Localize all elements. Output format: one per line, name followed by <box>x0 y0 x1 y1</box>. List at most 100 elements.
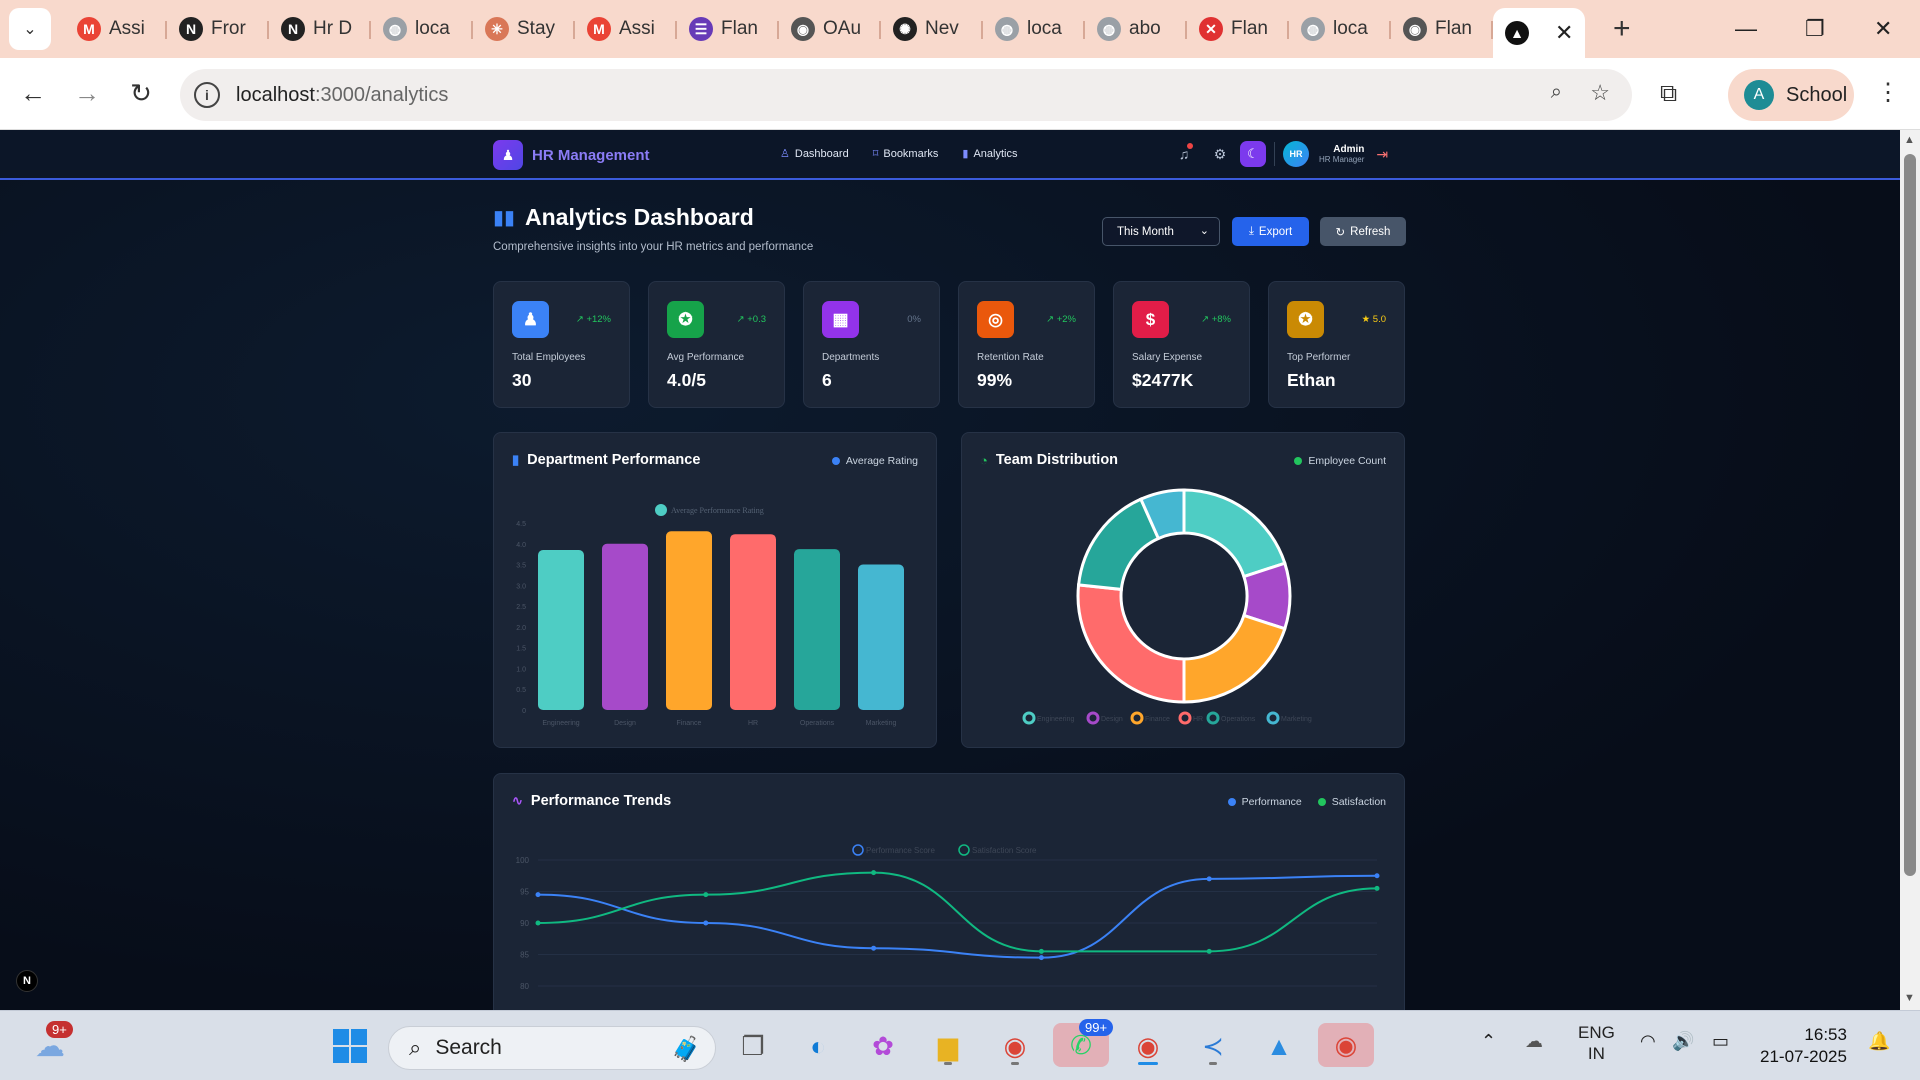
brand[interactable]: ♟ HR Management <box>493 140 650 170</box>
tab-item[interactable]: ◉ OAu <box>779 7 881 51</box>
scrollbar-thumb[interactable] <box>1904 154 1916 876</box>
tab-item[interactable]: ◍ abo <box>1085 7 1187 51</box>
zoom-icon[interactable]: ⌕ <box>1551 81 1562 104</box>
tab-item[interactable]: ◉ Flan <box>1391 7 1493 51</box>
address-bar[interactable]: i localhost:3000/analytics ⌕ ☆ <box>180 69 1632 121</box>
moon-icon[interactable]: ☾ <box>1240 141 1266 167</box>
team-donut-chart: Engineering Design Finance HR Operations Mark… <box>1022 488 1312 725</box>
nav-link-analytics[interactable]: ▮ Analytics <box>962 147 1017 160</box>
chevron-up-icon[interactable]: ⌃ <box>1481 1031 1496 1052</box>
stat-delta-value: 5.0 <box>1372 314 1386 325</box>
data-point <box>703 920 709 926</box>
x-tick-label: Engineering <box>542 720 579 727</box>
forward-button[interactable]: → <box>67 78 107 109</box>
y-tick-label: 90 <box>520 919 529 928</box>
close-icon[interactable]: ✕ <box>1555 20 1573 46</box>
tab-item[interactable]: ◍ loca <box>983 7 1085 51</box>
weather-icon[interactable]: ☁ 9+ <box>28 1021 73 1069</box>
nav-link-dashboard[interactable]: ♙ Dashboard <box>780 147 849 160</box>
y-tick-label: 2.0 <box>516 625 526 632</box>
legend-dot <box>958 844 970 856</box>
stat-label: Retention Rate <box>977 352 1044 363</box>
scroll-down-icon[interactable]: ▼ <box>1904 992 1915 1004</box>
refresh-button[interactable]: ↻ Refresh <box>1320 217 1406 246</box>
stat-delta: ↗ +12% <box>576 314 611 325</box>
nav-link-bookmarks[interactable]: ⌑ Bookmarks <box>873 147 939 160</box>
tab-item[interactable]: ◍ loca <box>371 7 473 51</box>
bookmark-star-icon[interactable]: ☆ <box>1590 80 1610 106</box>
tab-item[interactable]: M Assi <box>575 7 677 51</box>
avatar[interactable]: HR <box>1283 141 1309 167</box>
gmail-icon: M <box>77 17 101 41</box>
chrome-icon[interactable]: ◉ <box>1126 1023 1170 1069</box>
vercel-icon: ▲ <box>1505 21 1529 45</box>
tab-item[interactable]: M Assi <box>65 7 167 51</box>
notification-icon[interactable]: 🔔 <box>1868 1031 1890 1052</box>
legend-label: Performance Score <box>866 846 935 855</box>
bell-icon[interactable]: ♫ <box>1170 143 1198 162</box>
legend-dot <box>1086 711 1100 725</box>
user-name: Admin <box>1333 144 1365 155</box>
tab-item[interactable]: ✳ Stay <box>473 7 575 51</box>
tab-item[interactable]: ✺ Nev <box>881 7 983 51</box>
bar-hr <box>730 534 776 710</box>
trend-up-icon: ↗ <box>1046 314 1057 325</box>
period-select[interactable]: This Month ⌄ <box>1102 217 1220 246</box>
tab-item[interactable]: ◍ loca <box>1289 7 1391 51</box>
profile-button[interactable]: A School <box>1728 69 1854 121</box>
tab-label: Flan <box>1435 18 1472 39</box>
volume-icon[interactable]: 🔊 <box>1672 1031 1694 1052</box>
slice-finance <box>1182 613 1287 704</box>
task-view-icon[interactable]: ❐ <box>731 1023 775 1069</box>
legend-label: Finance <box>1145 716 1170 723</box>
taskbar-search[interactable]: ⌕ Search 🧳 <box>388 1026 716 1070</box>
page-scrollbar[interactable]: ▲ ▼ <box>1900 130 1920 1010</box>
logout-icon[interactable]: ⇥ <box>1376 146 1388 163</box>
tab-active[interactable]: ▲ ✕ <box>1493 8 1585 58</box>
chrome-icon[interactable]: ◉ <box>1318 1023 1374 1067</box>
scroll-up-icon[interactable]: ▲ <box>1904 134 1915 146</box>
tab-item[interactable]: N Fror <box>167 7 269 51</box>
extensions-icon[interactable]: ⧉ <box>1660 80 1677 108</box>
bar-operations <box>794 549 840 710</box>
tab-item[interactable]: ✕ Flan <box>1187 7 1289 51</box>
nextjs-dev-icon[interactable]: N <box>16 970 38 992</box>
back-button[interactable]: ← <box>13 78 53 109</box>
tab-item[interactable]: N Hr D <box>269 7 371 51</box>
stat-label: Total Employees <box>512 352 586 363</box>
close-window-button[interactable]: ✕ <box>1874 0 1892 58</box>
info-icon[interactable]: i <box>194 82 220 108</box>
gmail-icon: M <box>587 17 611 41</box>
edge-icon[interactable]: ◐ <box>796 1023 840 1069</box>
photos-icon[interactable]: ▲ <box>1257 1023 1301 1069</box>
url-text[interactable]: localhost:3000/analytics <box>236 84 448 107</box>
trend-up-icon: ↗ <box>575 314 587 325</box>
search-icon: ⌕ <box>409 1035 422 1060</box>
stat-card: ▦ 0% Departments 6 <box>803 281 940 408</box>
restore-button[interactable]: ❐ <box>1805 0 1825 58</box>
minimize-button[interactable]: — <box>1735 0 1757 58</box>
tab-search-button[interactable]: ⌄ <box>9 8 51 50</box>
copilot-icon[interactable]: ✿ <box>861 1023 905 1069</box>
legend-dot <box>1022 711 1036 725</box>
chrome-icon[interactable]: ◉ <box>993 1023 1037 1069</box>
tab-item[interactable]: ☰ Flan <box>677 7 779 51</box>
battery-icon[interactable]: ▭ <box>1712 1031 1729 1052</box>
gear-icon[interactable]: ⚙ <box>1206 146 1234 163</box>
language-indicator[interactable]: ENG IN <box>1578 1022 1615 1064</box>
new-tab-button[interactable]: + <box>1613 12 1631 46</box>
bar-chart-icon: ▮ <box>962 148 969 160</box>
whatsapp-icon[interactable]: ✆ 99+ <box>1053 1019 1114 1067</box>
tab-label: Flan <box>1231 18 1268 39</box>
reload-button[interactable]: ↻ <box>121 78 161 109</box>
wifi-icon[interactable]: ◠ <box>1640 1031 1656 1052</box>
menu-dots-icon[interactable]: ⋮ <box>1876 78 1900 107</box>
vscode-icon[interactable]: ≺ <box>1191 1023 1235 1069</box>
browser-toolbar: ← → ↻ i localhost:3000/analytics ⌕ ☆ ⧉ A… <box>0 58 1920 130</box>
start-icon[interactable] <box>328 1023 372 1069</box>
export-button[interactable]: ⤓ Export <box>1232 217 1309 246</box>
onedrive-icon[interactable]: ☁ <box>1525 1031 1543 1052</box>
globe-icon: ◍ <box>383 17 407 41</box>
clock[interactable]: 16:53 21-07-2025 <box>1760 1024 1847 1068</box>
file-explorer-icon[interactable]: ▆ <box>926 1023 970 1069</box>
